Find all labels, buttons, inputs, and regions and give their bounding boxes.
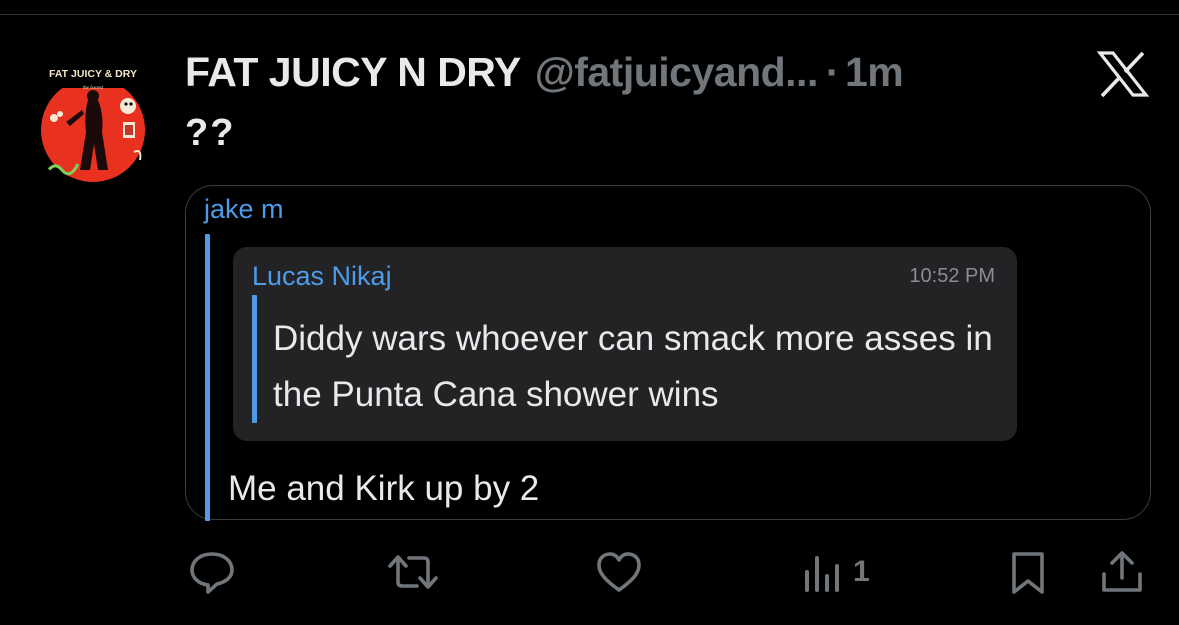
bookmark-icon [1012, 552, 1044, 594]
author-handle[interactable]: @fatjuicyand... [535, 49, 819, 96]
views-count: 1 [853, 555, 870, 588]
views-button[interactable]: 1 [803, 548, 870, 596]
like-button[interactable] [595, 548, 643, 596]
avatar-artwork: FAT JUICY & DRY the honest [26, 52, 160, 186]
post-view: FAT JUICY & DRY the honest FAT JUICY N D… [0, 0, 1179, 625]
message-screenshot-card[interactable]: jake m Lucas Nikaj 10:52 PM Diddy wars w… [185, 185, 1151, 521]
reply-text: Me and Kirk up by 2 [228, 469, 540, 508]
reply-button[interactable] [188, 548, 236, 596]
author-name[interactable]: FAT JUICY N DRY [185, 49, 521, 96]
reply-thread-bar [205, 234, 210, 521]
message-sender: jake m [204, 194, 284, 224]
quoted-text: Diddy wars whoever can smack more asses … [273, 319, 993, 414]
quote-bar [252, 295, 257, 423]
quoted-timestamp: 10:52 PM [909, 265, 995, 287]
avatar-title-text: FAT JUICY & DRY [49, 68, 137, 80]
author-avatar[interactable]: FAT JUICY & DRY the honest [26, 52, 160, 186]
post-header: FAT JUICY N DRY @fatjuicyand... · 1m [185, 47, 904, 97]
share-button[interactable] [1098, 548, 1146, 596]
quoted-sender: Lucas Nikaj [252, 261, 392, 291]
heart-icon [597, 552, 641, 592]
top-divider [0, 14, 1179, 15]
reply-icon [190, 552, 234, 594]
quoted-message: Lucas Nikaj 10:52 PM Diddy wars whoever … [233, 247, 1017, 441]
repost-button[interactable] [387, 548, 439, 596]
post-timestamp[interactable]: 1m [845, 49, 904, 96]
bookmark-button[interactable] [1008, 548, 1048, 596]
x-logo-icon [1096, 50, 1150, 98]
share-icon [1102, 551, 1142, 592]
header-separator: · [825, 48, 840, 95]
post-text: ?? [185, 112, 236, 154]
repost-icon [388, 555, 438, 589]
views-icon [805, 556, 839, 592]
